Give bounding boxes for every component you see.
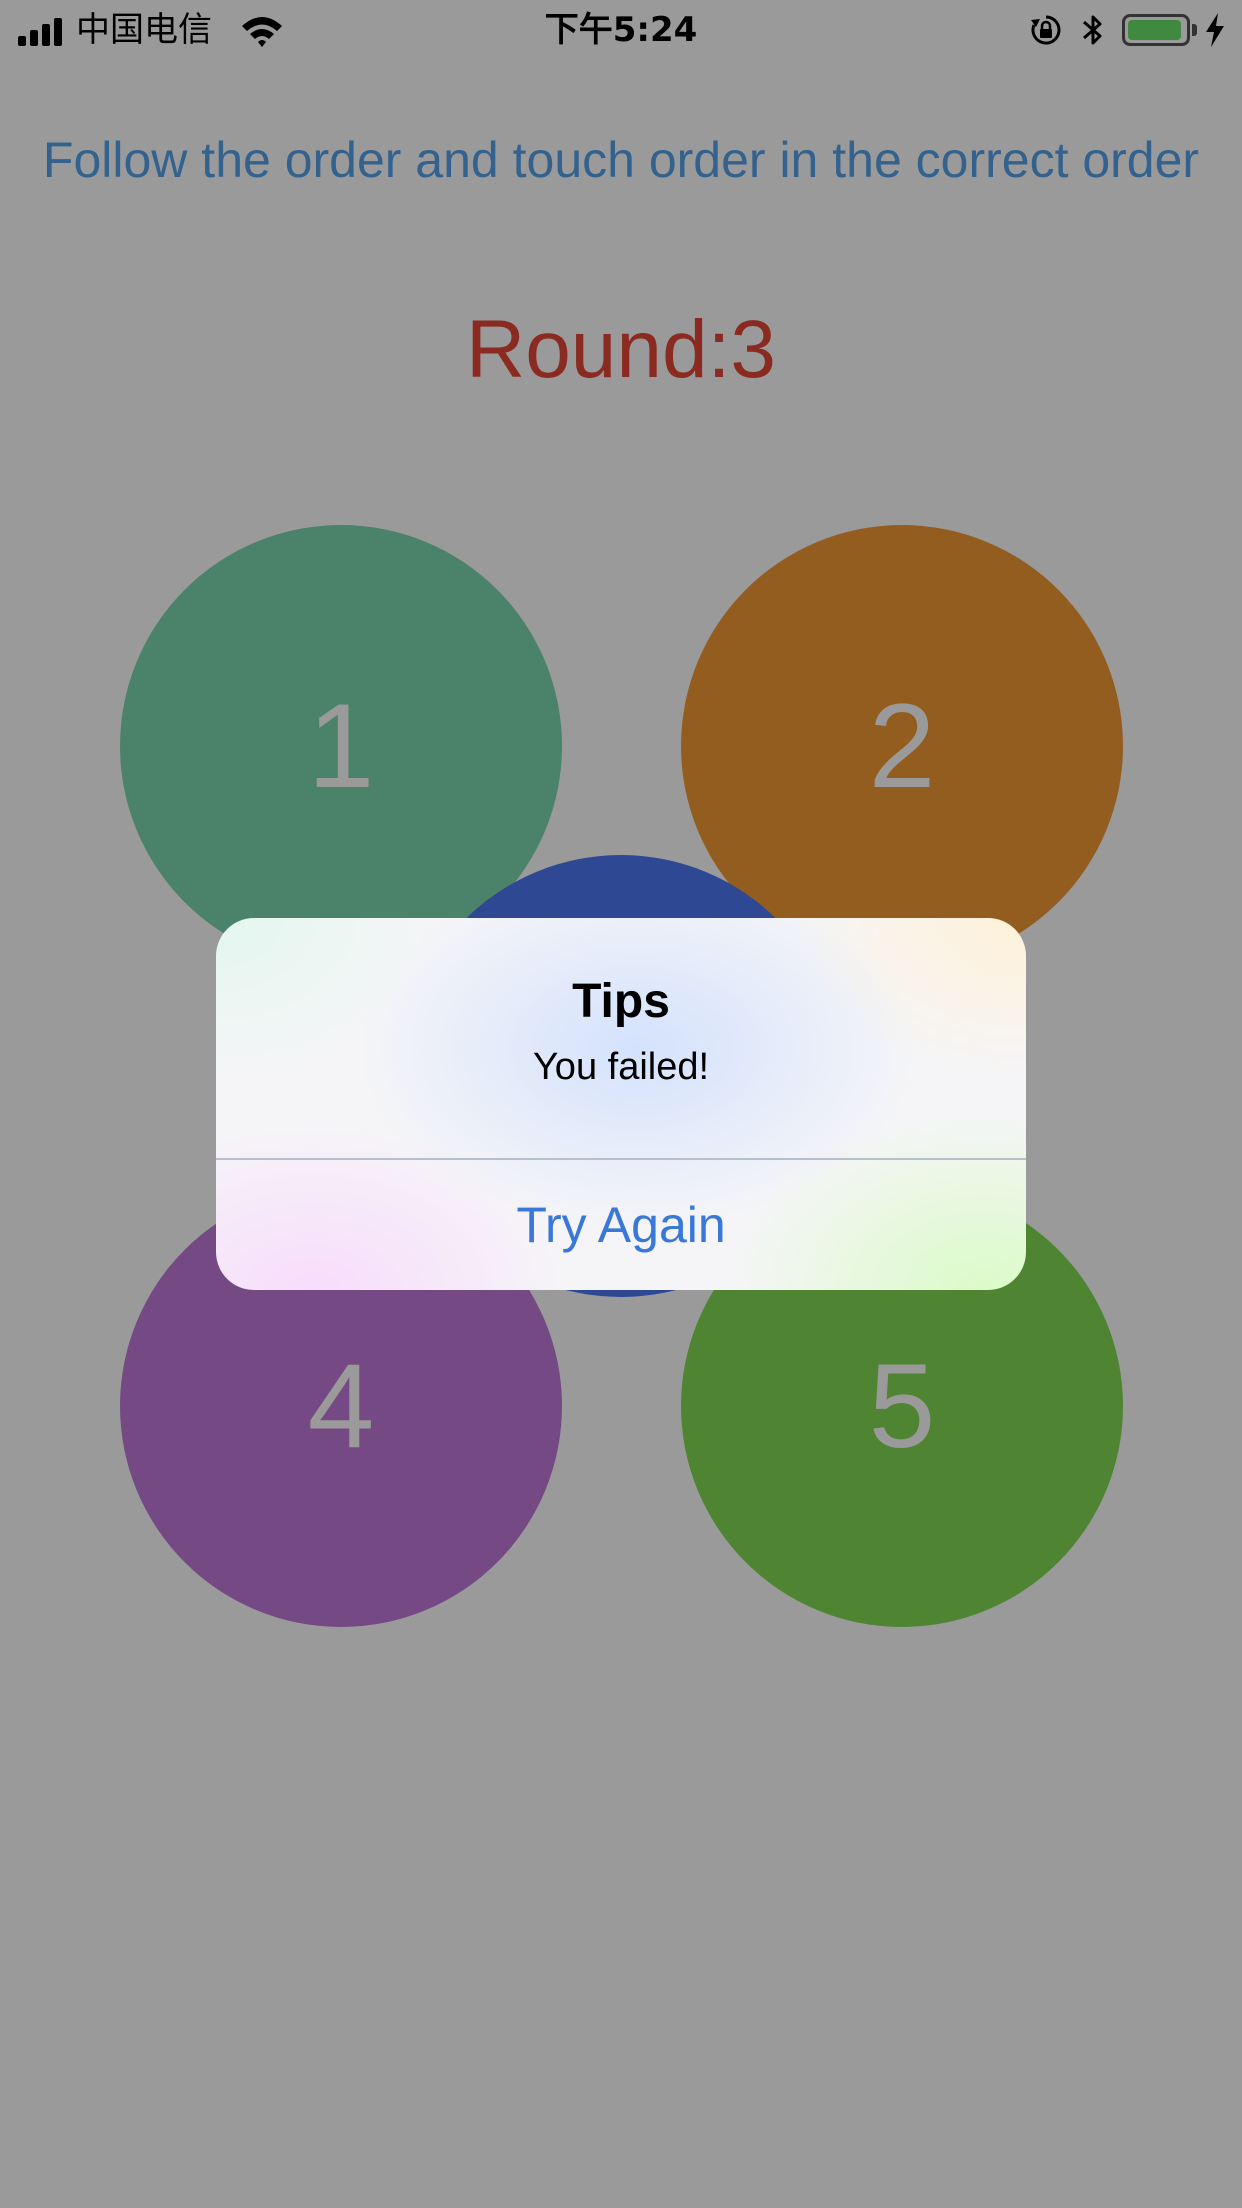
circle-label: 5 — [868, 1339, 936, 1473]
circle-label: 4 — [307, 1339, 375, 1473]
battery-tip — [1192, 24, 1197, 36]
circle-label: 1 — [307, 679, 375, 813]
instruction-text: Follow the order and touch order in the … — [42, 132, 1200, 188]
rotation-lock-icon — [1031, 15, 1061, 45]
alert-title: Tips — [572, 975, 670, 1028]
try-again-button[interactable]: Try Again — [216, 1160, 1026, 1290]
status-bar: 中国电信 下午5:24 — [0, 0, 1242, 60]
alert-message: You failed! — [532, 1046, 710, 1088]
charging-icon — [1206, 13, 1224, 47]
alert-dialog: Tips You failed! Try Again — [216, 918, 1026, 1290]
game-screen: 中国电信 下午5:24 Follow the order and touch o… — [0, 0, 1242, 2208]
battery-level — [1128, 20, 1181, 40]
bluetooth-icon — [1083, 15, 1102, 45]
battery-icon — [1122, 14, 1190, 46]
circle-label: 2 — [868, 679, 936, 813]
round-counter: Round:3 — [465, 304, 777, 395]
